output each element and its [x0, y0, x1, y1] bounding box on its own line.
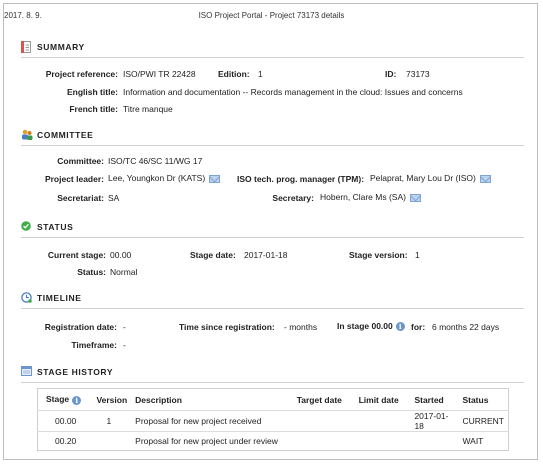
- secretary-label: Secretary:: [272, 193, 314, 203]
- cell-version: 1: [92, 410, 132, 432]
- timeframe-label: Timeframe:: [71, 340, 117, 350]
- french-title-label: French title:: [69, 104, 118, 114]
- status-label: Status:: [77, 267, 106, 277]
- info-icon[interactable]: i: [72, 395, 82, 405]
- stage-date-value: 2017-01-18: [244, 250, 288, 260]
- stage-history-title: STAGE HISTORY: [37, 366, 114, 377]
- committee-title: COMMITTEE: [37, 129, 94, 140]
- column-header-started: Started: [414, 394, 444, 405]
- column-header-status: Status: [462, 394, 489, 405]
- secretary-value: Hobern, Clare Ms (SA): [320, 192, 421, 202]
- people-icon: [21, 129, 33, 140]
- divider: [21, 308, 524, 309]
- english-title-value: Information and documentation -- Records…: [123, 87, 463, 97]
- column-header-stage[interactable]: Stage i: [38, 389, 93, 411]
- status-title: STATUS: [37, 221, 74, 232]
- column-header-limit-date: Limit date: [358, 394, 399, 405]
- stage-date-label: Stage date:: [190, 250, 236, 260]
- cell-started: [410, 431, 459, 451]
- column-header-version: Version: [96, 394, 128, 405]
- cell-status: WAIT: [458, 431, 509, 451]
- time-since-value: - months: [284, 322, 318, 332]
- stage-history-table: Stage i Version Description Target date L…: [37, 388, 509, 451]
- current-stage-label: Current stage:: [47, 250, 106, 260]
- email-icon[interactable]: [479, 174, 491, 183]
- id-label: ID:: [385, 69, 397, 79]
- for-value: 6 months 22 days: [432, 322, 500, 332]
- cell-limit-date: [354, 410, 411, 432]
- cell-stage: 00.00: [37, 410, 93, 432]
- status-header: STATUS: [21, 221, 73, 232]
- divider: [21, 57, 524, 58]
- table-header-row: Stage i Version Description Target date L…: [38, 389, 509, 411]
- tpm-label: ISO tech. prog. manager (TPM):: [237, 174, 365, 184]
- stage-version-label: Stage version:: [349, 250, 408, 260]
- project-reference-label: Project reference:: [45, 69, 118, 79]
- id-value: 73173: [406, 69, 430, 79]
- timeline-header: TIMELINE: [21, 292, 81, 303]
- edition-value: 1: [258, 69, 263, 79]
- tpm-value: Pelaprat, Mary Lou Dr (ISO): [370, 173, 491, 183]
- divider: [21, 382, 524, 383]
- in-stage-text: In stage 00.00: [337, 321, 393, 331]
- french-title-value: Titre manque: [123, 104, 173, 114]
- committee-value[interactable]: ISO/TC 46/SC 11/WG 17: [108, 156, 202, 166]
- secretary-name: Hobern, Clare Ms (SA): [320, 192, 406, 202]
- cell-version: [92, 431, 132, 451]
- cell-target-date: [292, 410, 355, 432]
- project-leader-name: Lee, Youngkon Dr (KATS): [108, 173, 206, 183]
- email-icon[interactable]: [209, 174, 221, 183]
- page-title: ISO Project Portal - Project 73173 detai…: [198, 11, 345, 20]
- registration-date-label: Registration date:: [44, 322, 117, 332]
- secretariat-label: Secretariat:: [57, 193, 104, 203]
- cell-description: Proposal for new project under review: [131, 431, 293, 451]
- table-row: 00.00 1 Proposal for new project receive…: [37, 410, 509, 432]
- registration-date-value: -: [123, 322, 126, 332]
- cell-description: Proposal for new project received: [131, 410, 293, 432]
- edition-label: Edition:: [218, 69, 250, 79]
- tpm-name: Pelaprat, Mary Lou Dr (ISO): [370, 173, 476, 183]
- cell-status: CURRENT: [458, 410, 509, 432]
- table-row: 00.20 Proposal for new project under rev…: [37, 431, 509, 451]
- english-title-label: English title:: [67, 87, 118, 97]
- status-value: Normal: [110, 267, 138, 277]
- current-stage-value: 00.00: [110, 250, 132, 260]
- clock-icon: [21, 292, 32, 303]
- document-icon: [21, 41, 31, 53]
- project-leader-value: Lee, Youngkon Dr (KATS): [108, 173, 221, 183]
- stage-version-value: 1: [415, 250, 420, 260]
- project-reference-value: ISO/PWI TR 22428: [123, 69, 196, 79]
- timeline-title: TIMELINE: [37, 292, 82, 303]
- info-icon[interactable]: i: [395, 322, 405, 332]
- stage-history-header: STAGE HISTORY: [21, 366, 113, 377]
- timeframe-value: -: [123, 340, 126, 350]
- cell-limit-date: [354, 431, 411, 451]
- cell-stage: 00.20: [37, 431, 93, 451]
- committee-header: COMMITTEE: [21, 129, 93, 140]
- column-header-target-date: Target date: [296, 394, 342, 405]
- summary-title: SUMMARY: [37, 41, 85, 52]
- divider: [21, 145, 524, 146]
- calendar-icon: [21, 366, 32, 377]
- summary-header: SUMMARY: [21, 41, 85, 53]
- divider: [21, 237, 524, 238]
- committee-label: Committee:: [57, 156, 104, 166]
- cell-started: 2017-01-18: [410, 410, 459, 432]
- email-icon[interactable]: [409, 193, 421, 202]
- time-since-label: Time since registration:: [179, 322, 275, 332]
- project-leader-label: Project leader:: [44, 174, 104, 184]
- column-header-description: Description: [135, 394, 182, 405]
- in-stage-label: In stage 00.00 i: [337, 321, 405, 332]
- secretariat-value: SA: [108, 193, 120, 203]
- check-circle-icon: [21, 221, 31, 232]
- cell-target-date: [292, 431, 355, 451]
- for-label: for:: [411, 322, 426, 332]
